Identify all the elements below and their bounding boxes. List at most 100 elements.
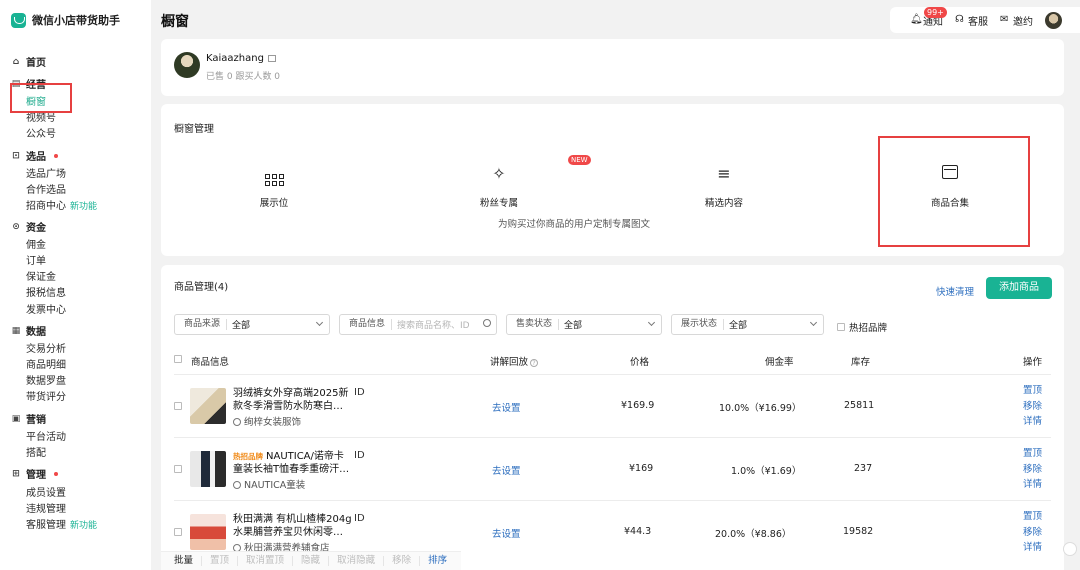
replay-setup-link[interactable]: 去设置 xyxy=(492,463,521,477)
feature-display-slot[interactable]: 展示位 xyxy=(204,165,344,209)
sidebar-item-cs-manage[interactable]: 客服管理 新功能 xyxy=(26,516,97,531)
table-row: 热招品牌 NAUTICA/诺帝卡童装长袖T恤春季重磅汗… ID NAUTICA童装… xyxy=(161,438,1064,500)
hot-brand-checkbox[interactable]: 热招品牌 xyxy=(837,320,887,334)
sidebar-item-coop[interactable]: 合作选品 xyxy=(26,181,66,196)
sidebar-item-label: 招商中心 xyxy=(26,201,66,212)
sidebar-section-marketing[interactable]: ▣ 营销 xyxy=(11,411,46,427)
sidebar-section-select[interactable]: ⊡ 选品 xyxy=(11,148,58,163)
showcase-card: 橱窗管理 展示位 ✧ 粉丝专属 NEW ≡ 精选内容 商品合集 为购买过你商品的… xyxy=(161,104,1064,256)
batch-remove-button[interactable]: 移除 xyxy=(384,556,421,566)
sidebar-item-trade[interactable]: 交易分析 xyxy=(26,340,66,355)
product-name[interactable]: 热招品牌 NAUTICA/诺帝卡童装长袖T恤春季重磅汗… xyxy=(233,450,353,476)
feature-description: 为购买过你商品的用户定制专属图文 xyxy=(497,219,650,230)
product-thumbnail[interactable] xyxy=(190,451,226,487)
remove-link[interactable]: 移除 xyxy=(1023,399,1042,415)
remove-link[interactable]: 移除 xyxy=(1023,525,1042,541)
product-thumbnail[interactable] xyxy=(190,388,226,424)
help-icon[interactable]: ? xyxy=(530,359,539,367)
batch-pin-button[interactable]: 置顶 xyxy=(202,556,239,566)
sparkle-icon: ✧ xyxy=(492,164,506,183)
detail-link[interactable]: 详情 xyxy=(1023,414,1042,430)
quick-clean-link[interactable]: 快速清理 xyxy=(936,284,974,298)
sidebar-item-orders[interactable]: 订单 xyxy=(26,252,46,267)
products-card: 商品管理(4) 快速清理 添加商品 商品来源 全部 商品信息 搜索商品名称、ID… xyxy=(161,265,1064,570)
sidebar-item-match[interactable]: 搭配 xyxy=(26,444,46,459)
row-checkbox[interactable] xyxy=(174,465,182,473)
sidebar-item-members[interactable]: 成员设置 xyxy=(26,484,66,499)
refresh-icon[interactable] xyxy=(1063,542,1077,556)
sidebar-item-tax[interactable]: 报税信息 xyxy=(26,284,66,299)
row-checkbox[interactable] xyxy=(174,402,182,410)
sidebar-section-funds[interactable]: ⊙ 资金 xyxy=(11,219,46,235)
chevron-down-icon xyxy=(647,318,656,327)
sidebar-item-plaza[interactable]: 选品广场 xyxy=(26,165,66,180)
sale-status-filter[interactable]: 售卖状态 全部 xyxy=(506,314,662,335)
sidebar-item-compass[interactable]: 数据罗盘 xyxy=(26,372,66,387)
batch-hide-button[interactable]: 隐藏 xyxy=(293,556,330,566)
row-checkbox[interactable] xyxy=(174,528,182,536)
display-status-filter[interactable]: 展示状态 全部 xyxy=(671,314,824,335)
product-name[interactable]: 羽绒裤女外穿高端2025新款冬季滑雪防水防寒白… xyxy=(233,387,353,413)
source-filter[interactable]: 商品来源 全部 xyxy=(174,314,330,335)
price: ¥44.3 xyxy=(624,526,652,537)
commission-rate: 20.0%（¥8.86） xyxy=(715,529,792,540)
remove-link[interactable]: 移除 xyxy=(1023,462,1042,478)
product-name[interactable]: 秋田满满 有机山楂棒204g水果脯营养宝贝休闲零… xyxy=(233,513,353,539)
sidebar-item-product-detail[interactable]: 商品明细 xyxy=(26,356,66,371)
table-row: 羽绒裤女外穿高端2025新款冬季滑雪防水防寒白… ID 绚梓女装服饰 去设置 ¥… xyxy=(161,375,1064,437)
service-label: 客服 xyxy=(968,16,988,28)
checkbox[interactable] xyxy=(837,323,845,331)
sidebar: 微信小店带货助手 ⌂ 首页 ▤ 经营 橱窗 视频号 公众号 ⊡ 选品 选品广场 … xyxy=(0,0,151,570)
batch-unhide-button[interactable]: 取消隐藏 xyxy=(329,556,385,566)
chevron-down-icon xyxy=(315,318,324,327)
col-header-replay: 讲解回放? xyxy=(490,354,539,368)
invite-button[interactable]: ✉ 邀约 xyxy=(1000,13,1033,28)
sidebar-item-deposit[interactable]: 保证金 xyxy=(26,268,56,283)
pin-top-link[interactable]: 置顶 xyxy=(1023,509,1042,525)
detail-link[interactable]: 详情 xyxy=(1023,477,1042,493)
sidebar-section-data[interactable]: ▦ 数据 xyxy=(11,323,46,339)
feature-label: 展示位 xyxy=(259,198,289,209)
filter-value: 全部 xyxy=(232,321,251,331)
replay-setup-link[interactable]: 去设置 xyxy=(492,400,521,414)
sidebar-item-label: 首页 xyxy=(26,58,46,69)
pin-top-link[interactable]: 置顶 xyxy=(1023,383,1042,399)
replay-setup-link[interactable]: 去设置 xyxy=(492,526,521,540)
feature-label: 粉丝专属 xyxy=(479,198,518,209)
service-button[interactable]: ☊ 客服 xyxy=(955,13,988,28)
pin-top-link[interactable]: 置顶 xyxy=(1023,446,1042,462)
shop-bag-logo-icon xyxy=(11,12,26,28)
id-card-icon[interactable] xyxy=(267,55,276,62)
sidebar-item-commission[interactable]: 佣金 xyxy=(26,236,46,251)
user-avatar[interactable] xyxy=(1045,11,1062,29)
batch-action-bar: 批量 置顶 取消置顶 隐藏 取消隐藏 移除 排序 xyxy=(161,551,461,570)
detail-link[interactable]: 详情 xyxy=(1023,540,1042,556)
sidebar-item-official[interactable]: 公众号 xyxy=(26,125,56,140)
product-thumbnail[interactable] xyxy=(190,514,226,550)
app-name: 微信小店带货助手 xyxy=(32,14,120,27)
search-icon[interactable] xyxy=(483,319,491,327)
sidebar-item-home[interactable]: ⌂ 首页 xyxy=(11,54,46,70)
info-search-filter[interactable]: 商品信息 搜索商品名称、ID xyxy=(339,314,497,335)
feature-fan-exclusive[interactable]: ✧ 粉丝专属 xyxy=(429,164,569,210)
grid-icon xyxy=(204,165,344,186)
shop-name: 绚梓女装服饰 xyxy=(233,414,301,428)
batch-unpin-button[interactable]: 取消置顶 xyxy=(238,556,294,566)
highlight-box xyxy=(10,83,72,113)
select-all-checkbox[interactable] xyxy=(174,355,182,363)
stock: 19582 xyxy=(843,526,874,537)
sidebar-item-campaign[interactable]: 平台活动 xyxy=(26,428,66,443)
add-product-button[interactable]: 添加商品 xyxy=(986,277,1052,299)
filter-value: 全部 xyxy=(564,321,583,331)
sort-button[interactable]: 排序 xyxy=(420,556,455,566)
search-input[interactable]: 搜索商品名称、ID xyxy=(397,318,470,331)
notify-button[interactable]: 🔔︎ 通知 99+ xyxy=(910,6,947,28)
profile-card: Kaiaazhang 已售 0 跟买人数 0 xyxy=(161,39,1064,96)
sidebar-item-score[interactable]: 带货评分 xyxy=(26,388,66,403)
header-actions: 🔔︎ 通知 99+ ☊ 客服 ✉ 邀约 xyxy=(890,6,1080,33)
sidebar-item-violation[interactable]: 违规管理 xyxy=(26,500,66,515)
sidebar-item-recruit[interactable]: 招商中心 新功能 xyxy=(26,197,97,212)
feature-curated-content[interactable]: ≡ 精选内容 xyxy=(654,165,794,210)
sidebar-section-manage[interactable]: ⊞ 管理 xyxy=(11,466,58,481)
sidebar-item-invoice[interactable]: 发票中心 xyxy=(26,301,66,316)
